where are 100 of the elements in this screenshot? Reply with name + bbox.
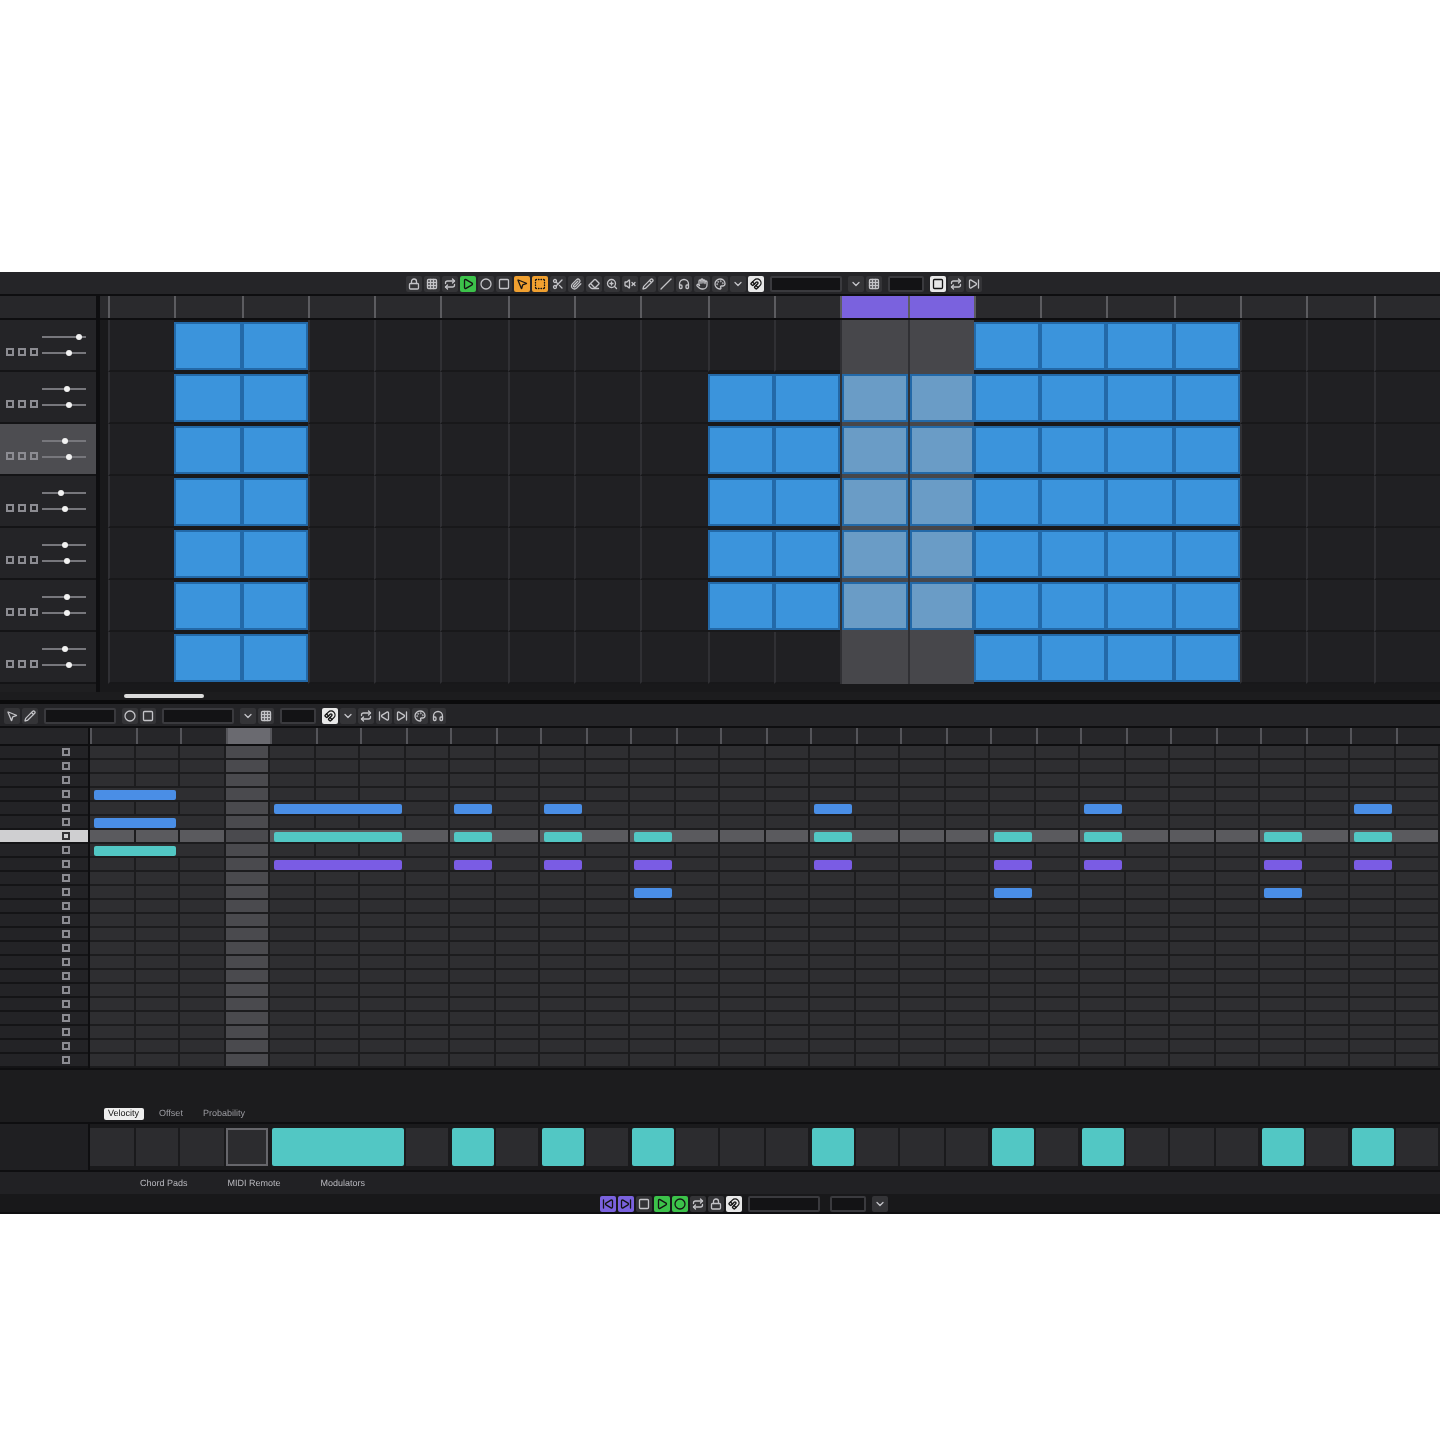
step-note[interactable]	[1084, 860, 1121, 870]
square-icon[interactable]	[6, 504, 14, 512]
drum-lane-header[interactable]	[0, 844, 88, 858]
drum-lane-header[interactable]	[0, 900, 88, 914]
square-icon[interactable]	[18, 660, 26, 668]
drum-lane-header[interactable]	[0, 1040, 88, 1054]
midi-event[interactable]	[241, 374, 308, 422]
step-note[interactable]	[1084, 804, 1121, 814]
velocity-bar[interactable]	[992, 1128, 1033, 1166]
play-button[interactable]	[460, 275, 476, 291]
pencil-button[interactable]	[640, 275, 656, 291]
step-note[interactable]	[814, 832, 851, 842]
magnet-button[interactable]	[726, 1195, 742, 1211]
velocity-step-cell[interactable]	[495, 1128, 540, 1166]
square-icon[interactable]	[62, 1000, 70, 1008]
step-note[interactable]	[1264, 888, 1301, 898]
square-icon[interactable]	[62, 930, 70, 938]
skip-back-button[interactable]	[600, 1195, 616, 1211]
track-header[interactable]	[0, 320, 96, 372]
dropdown-field[interactable]	[888, 275, 924, 291]
chevron-down-button[interactable]	[730, 275, 746, 291]
volume-slider[interactable]	[42, 542, 86, 548]
step-ruler-segment[interactable]	[1170, 728, 1215, 744]
highlighted-step-cell[interactable]	[225, 760, 270, 772]
midi-event[interactable]	[1040, 374, 1107, 422]
midi-event[interactable]	[1106, 478, 1174, 526]
velocity-step-cell[interactable]	[1035, 1128, 1080, 1166]
drum-lane-header[interactable]	[0, 872, 88, 886]
slider-thumb[interactable]	[62, 438, 69, 444]
velocity-step-cell[interactable]	[765, 1128, 810, 1166]
step-note[interactable]	[544, 804, 581, 814]
highlighted-step-cell[interactable]	[225, 858, 270, 870]
volume-slider[interactable]	[42, 594, 86, 600]
midi-event[interactable]	[707, 426, 774, 474]
scrollbar-thumb[interactable]	[124, 694, 204, 698]
slider-thumb[interactable]	[62, 542, 69, 548]
drum-lane-header[interactable]	[0, 760, 88, 774]
step-ruler-segment[interactable]	[765, 728, 810, 744]
midi-event[interactable]	[1173, 426, 1241, 474]
midi-event[interactable]	[973, 322, 1041, 370]
midi-event[interactable]	[773, 582, 841, 630]
pan-slider[interactable]	[42, 609, 86, 615]
highlighted-step-cell[interactable]	[225, 1040, 270, 1052]
midi-event[interactable]	[773, 426, 841, 474]
midi-event[interactable]	[773, 530, 841, 578]
square-icon[interactable]	[30, 608, 38, 616]
drum-lane-header[interactable]	[0, 956, 88, 970]
midi-event[interactable]	[174, 530, 242, 578]
midi-event[interactable]	[241, 582, 308, 630]
step-ruler-segment[interactable]	[720, 728, 765, 744]
slider-thumb[interactable]	[57, 490, 64, 496]
loop-button[interactable]	[442, 275, 458, 291]
dropdown-field[interactable]	[44, 707, 116, 723]
midi-event[interactable]	[1040, 322, 1107, 370]
skip-forward-button[interactable]	[394, 707, 410, 723]
midi-event[interactable]	[174, 478, 242, 526]
step-note[interactable]	[544, 832, 581, 842]
velocity-bar[interactable]	[542, 1128, 583, 1166]
step-note[interactable]	[1354, 804, 1391, 814]
stop-button[interactable]	[930, 275, 946, 291]
midi-event[interactable]	[1040, 530, 1107, 578]
velocity-bar[interactable]	[632, 1128, 673, 1166]
midi-event[interactable]	[773, 478, 841, 526]
chevron-down-button[interactable]	[240, 707, 256, 723]
drum-lane-header[interactable]	[0, 998, 88, 1012]
slider-thumb[interactable]	[61, 505, 67, 511]
step-note[interactable]	[634, 860, 671, 870]
velocity-step-cell[interactable]	[405, 1128, 450, 1166]
chevron-down-button[interactable]	[872, 1195, 888, 1211]
square-icon[interactable]	[62, 902, 70, 910]
step-ruler-segment[interactable]	[1080, 728, 1125, 744]
line-button[interactable]	[658, 275, 674, 291]
slider-thumb[interactable]	[66, 349, 73, 355]
highlighted-step-cell[interactable]	[225, 1054, 270, 1066]
velocity-bar[interactable]	[452, 1128, 493, 1166]
highlighted-step-cell[interactable]	[225, 872, 270, 884]
velocity-step-cell[interactable]	[1215, 1128, 1260, 1166]
step-note[interactable]	[994, 888, 1031, 898]
slider-thumb[interactable]	[64, 594, 71, 600]
pan-slider[interactable]	[42, 557, 86, 563]
pointer-button[interactable]	[514, 275, 530, 291]
drum-lane-header[interactable]	[0, 1054, 88, 1068]
square-icon[interactable]	[62, 790, 70, 798]
pan-slider[interactable]	[42, 505, 86, 511]
dropdown-field[interactable]	[830, 1195, 866, 1211]
square-icon[interactable]	[62, 832, 70, 840]
midi-event[interactable]	[707, 374, 774, 422]
midi-event[interactable]	[1040, 582, 1107, 630]
track-header[interactable]	[0, 580, 96, 632]
palette-button[interactable]	[412, 707, 428, 723]
pan-slider[interactable]	[42, 661, 86, 667]
palette-button[interactable]	[712, 275, 728, 291]
eraser-button[interactable]	[586, 275, 602, 291]
midi-event[interactable]	[973, 530, 1041, 578]
step-ruler-segment[interactable]	[855, 728, 900, 744]
step-note[interactable]	[634, 888, 671, 898]
volume-slider[interactable]	[42, 490, 86, 496]
step-note[interactable]	[274, 860, 401, 870]
drum-lane-header[interactable]	[0, 984, 88, 998]
step-note[interactable]	[274, 804, 401, 814]
